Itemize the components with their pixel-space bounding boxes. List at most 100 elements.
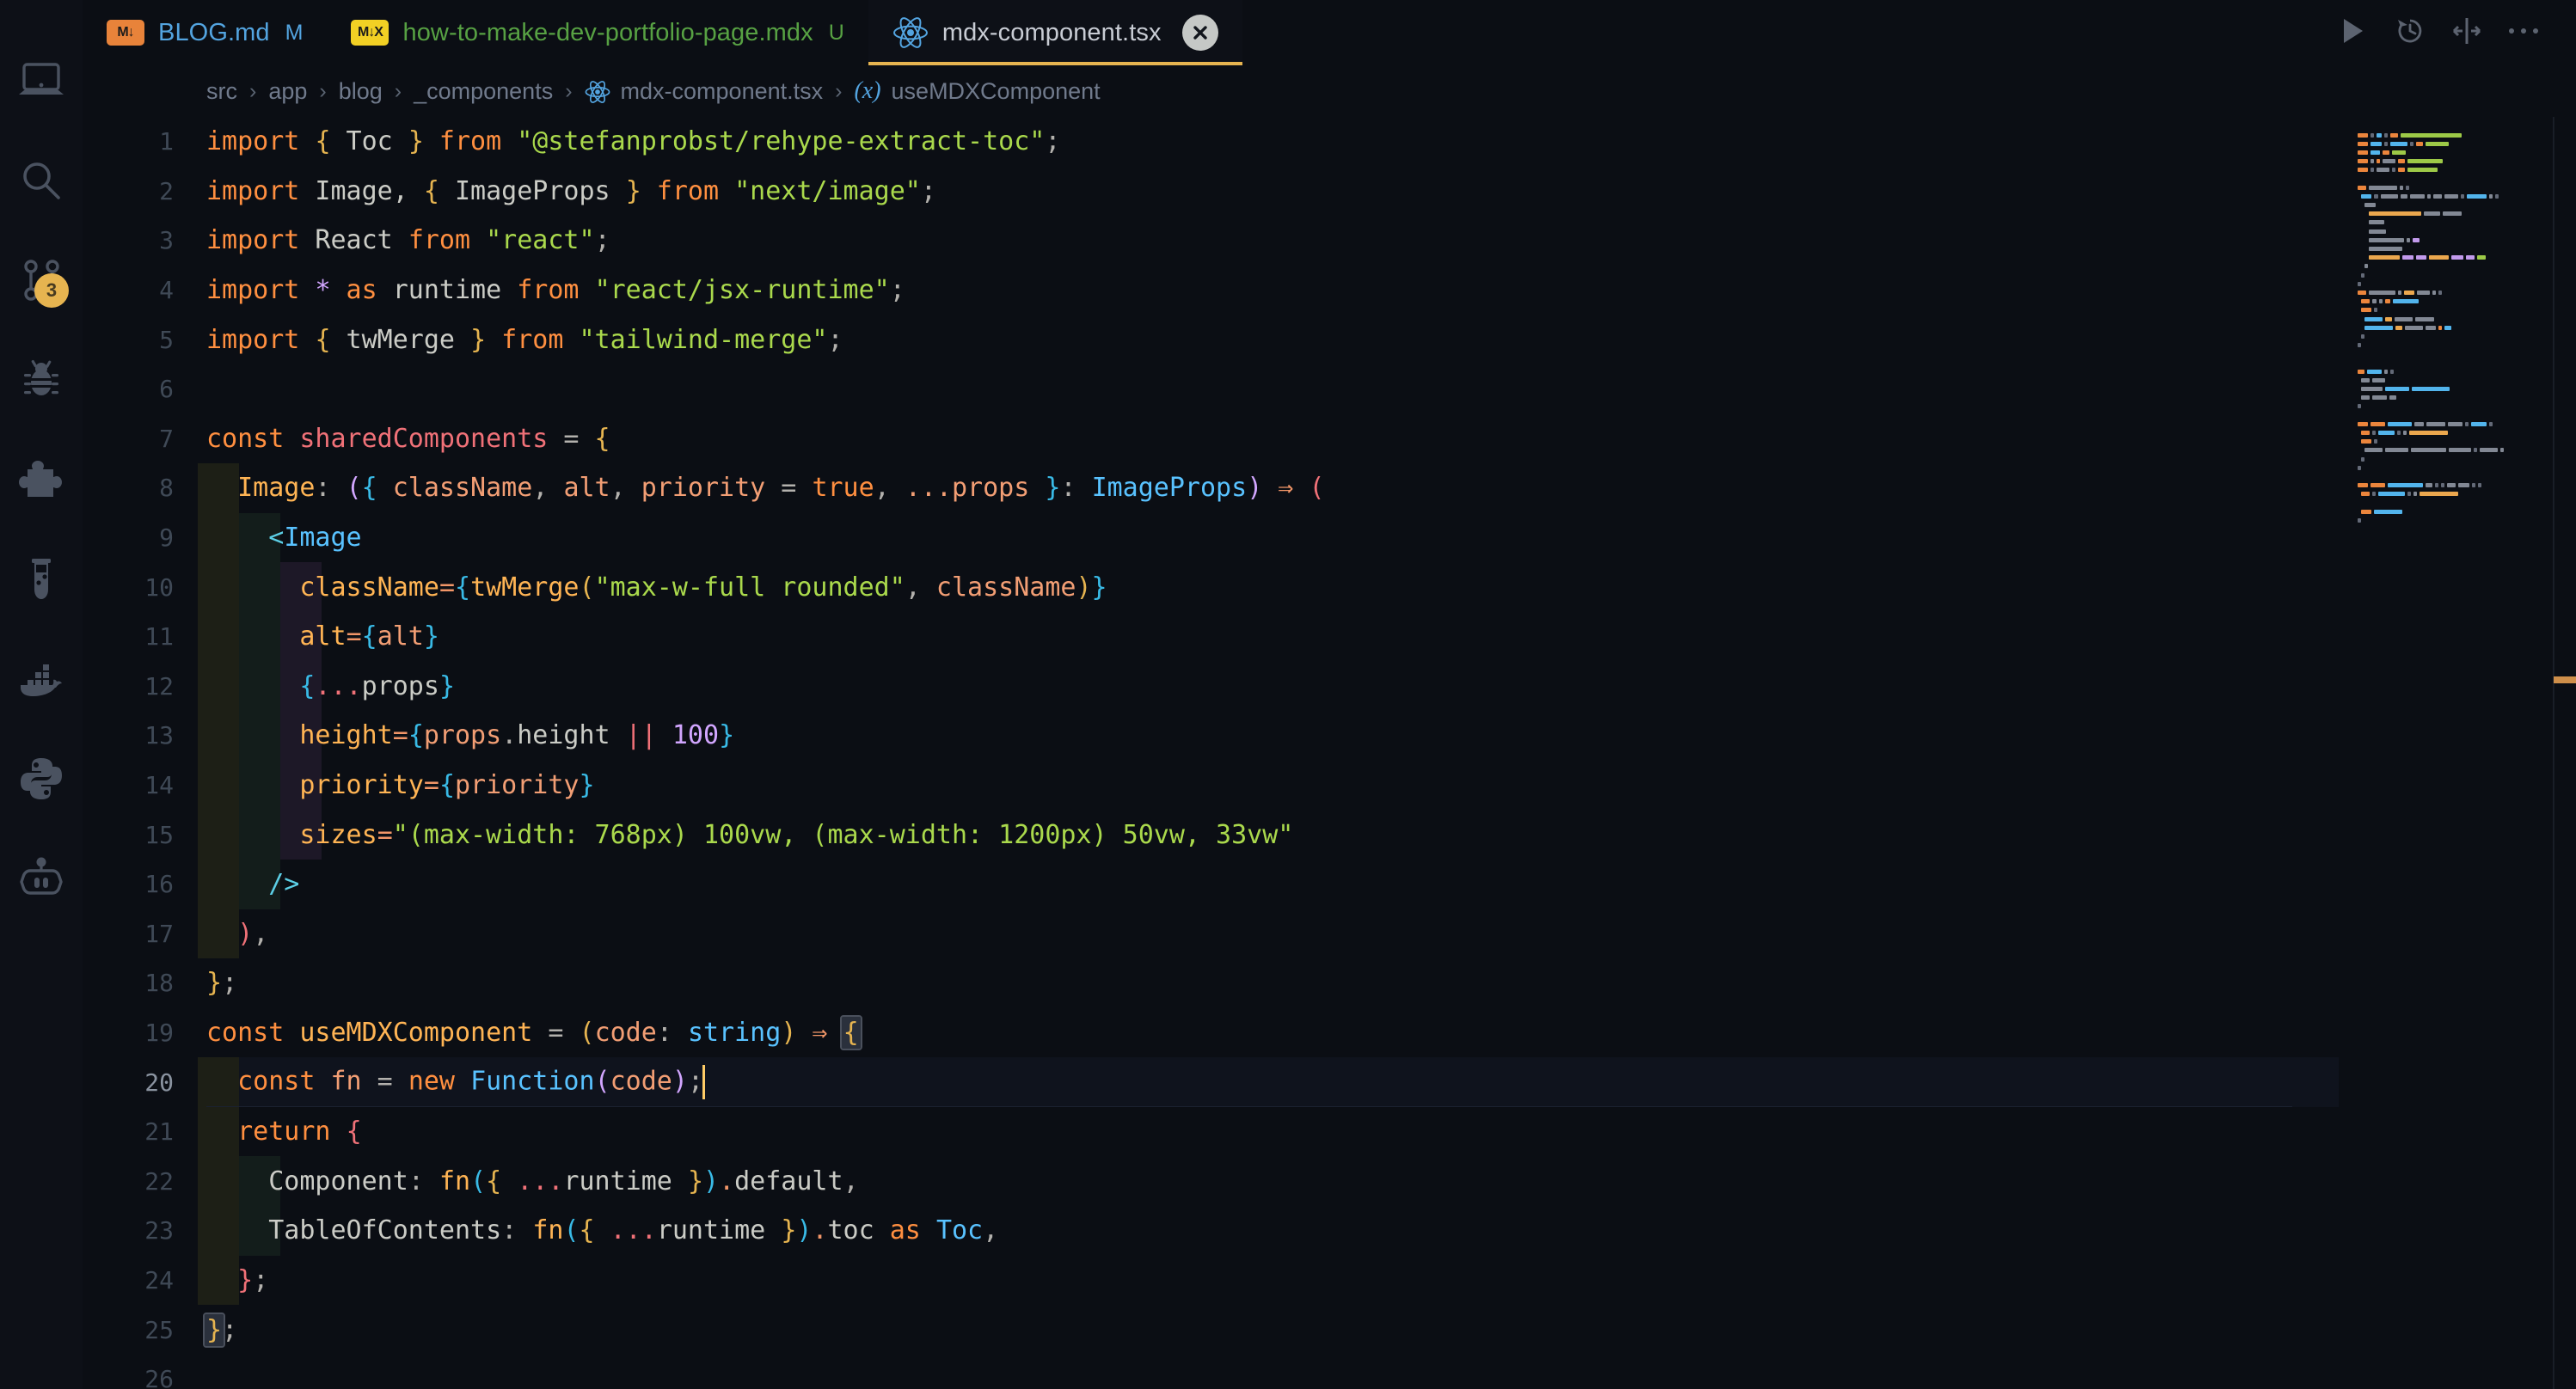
- tab-blog-md[interactable]: M↓ BLOG.md M: [83, 0, 328, 65]
- minimap-line: [2358, 262, 2554, 271]
- minimap-line: [2358, 157, 2554, 166]
- code-line[interactable]: 15 sizes="(max-width: 768px) 100vw, (max…: [83, 810, 2339, 860]
- tab-label: mdx-component.tsx: [941, 18, 1162, 46]
- code-line[interactable]: 5 import { twMerge } from "tailwind-merge…: [83, 315, 2339, 364]
- split-editor-button[interactable]: [2438, 4, 2495, 61]
- close-icon[interactable]: [1181, 15, 1218, 51]
- sidebar-item-extensions[interactable]: [0, 430, 83, 529]
- minimap-line: [2358, 166, 2554, 174]
- breadcrumb-item-useMDXComponent[interactable]: (x) useMDXComponent: [854, 77, 1100, 105]
- tab-list: M↓ BLOG.md M M↓X how-to-make-dev-portfol…: [83, 0, 2325, 65]
- timeline-button[interactable]: [2382, 4, 2438, 61]
- minimap-line: [2358, 279, 2554, 288]
- sidebar-item-testing[interactable]: [0, 529, 83, 629]
- line-number: 1: [159, 127, 174, 156]
- code-line[interactable]: 2 import Image, { ImageProps } from "next…: [83, 167, 2339, 217]
- tab-mdx-component-tsx[interactable]: mdx-component.tsx: [868, 0, 1242, 65]
- play-icon: [2340, 17, 2366, 49]
- breadcrumb-item-app[interactable]: app: [268, 78, 307, 105]
- sidebar-item-source-control[interactable]: 3: [0, 230, 83, 330]
- code-line[interactable]: 19 const useMDXComponent = (code: string)…: [83, 1008, 2339, 1058]
- minimap-line: [2358, 306, 2554, 315]
- python-icon: [19, 756, 64, 801]
- code-line[interactable]: 3 import React from "react";: [83, 216, 2339, 266]
- line-number: 7: [159, 424, 174, 453]
- tab-how-to-make-dev-portfolio-page-mdx[interactable]: M↓X how-to-make-dev-portfolio-page.mdx U: [327, 0, 868, 65]
- code-line[interactable]: 24 };: [83, 1255, 2339, 1306]
- sidebar-item-copilot[interactable]: [0, 829, 83, 928]
- search-icon: [20, 159, 63, 202]
- code-line[interactable]: 25};: [83, 1305, 2339, 1355]
- editor-group: M↓ BLOG.md M M↓X how-to-make-dev-portfol…: [83, 0, 2576, 1389]
- mdx-icon: M↓X: [351, 20, 389, 46]
- line-number: 17: [144, 919, 174, 948]
- sidebar-item-docker[interactable]: [0, 629, 83, 729]
- line-number: 11: [144, 622, 174, 652]
- code-lines[interactable]: 1 import { Toc } from "@stefanprobst/rehy…: [83, 117, 2339, 1389]
- robot-icon: [18, 855, 64, 902]
- mdx-icon-label: M↓X: [351, 20, 389, 46]
- code-line[interactable]: 10 className={twMerge("max-w-full rounde…: [83, 562, 2339, 612]
- sidebar-item-explorer[interactable]: [0, 31, 83, 131]
- minimap-line: [2358, 201, 2554, 210]
- code-line[interactable]: 11 alt={alt}: [83, 611, 2339, 662]
- line-number: 3: [159, 226, 174, 255]
- breadcrumb-item-_components[interactable]: _components: [414, 78, 553, 105]
- sidebar-item-run-and-debug[interactable]: [0, 330, 83, 430]
- code-editor[interactable]: 1 import { Toc } from "@stefanprobst/rehy…: [83, 117, 2576, 1389]
- line-number: 24: [144, 1265, 174, 1294]
- react-icon: [585, 77, 610, 105]
- tab-bar: M↓ BLOG.md M M↓X how-to-make-dev-portfol…: [83, 0, 2576, 65]
- line-number: 18: [144, 969, 174, 998]
- laptop-icon: [17, 61, 65, 101]
- line-number: 9: [159, 523, 174, 553]
- puzzle-icon: [19, 458, 64, 501]
- minimap-line: [2358, 174, 2554, 183]
- breadcrumb-separator: ›: [835, 78, 843, 103]
- minimap-line: [2358, 183, 2554, 192]
- code-line[interactable]: 14 priority={priority}: [83, 760, 2339, 811]
- minimap-line: [2358, 481, 2554, 490]
- source-control-badge: 3: [34, 273, 69, 308]
- code-line[interactable]: 22 Component: fn({ ...runtime }).default…: [83, 1156, 2339, 1207]
- code-line[interactable]: 12 {...props}: [83, 661, 2339, 712]
- more-actions-button[interactable]: [2495, 4, 2552, 61]
- run-button[interactable]: [2325, 4, 2382, 61]
- code-line[interactable]: 8 Image: ({ className, alt, priority = t…: [83, 463, 2339, 513]
- code-line[interactable]: 6: [83, 364, 2339, 414]
- breadcrumb-item-blog[interactable]: blog: [339, 78, 383, 105]
- code-line[interactable]: 13 height={props.height || 100}: [83, 711, 2339, 761]
- code-line[interactable]: 23 TableOfContents: fn({ ...runtime }).t…: [83, 1206, 2339, 1256]
- code-line[interactable]: 4 import * as runtime from "react/jsx-run…: [83, 266, 2339, 315]
- minimap-line: [2358, 288, 2554, 297]
- text-cursor: [702, 1065, 705, 1100]
- code-line[interactable]: 1 import { Toc } from "@stefanprobst/rehy…: [83, 117, 2339, 167]
- minimap-line: [2358, 315, 2554, 323]
- breadcrumb-item-mdx-component-tsx[interactable]: mdx-component.tsx: [585, 77, 823, 105]
- code-line[interactable]: 9 <Image: [83, 512, 2339, 563]
- code-line[interactable]: 18};: [83, 958, 2339, 1008]
- line-number: 13: [144, 721, 174, 750]
- line-number: 10: [144, 572, 174, 602]
- code-line[interactable]: 26: [83, 1355, 2339, 1389]
- breadcrumb: src › app › blog › _components › mdx-com…: [83, 65, 2576, 117]
- minimap-line: [2358, 210, 2554, 218]
- code-line[interactable]: 17 ),: [83, 909, 2339, 959]
- minimap[interactable]: [2339, 117, 2554, 1389]
- overview-ruler[interactable]: [2554, 117, 2576, 1389]
- sidebar-item-search[interactable]: [0, 131, 83, 230]
- minimap-line: [2358, 192, 2554, 200]
- code-line-active[interactable]: 20 const fn = new Function(code);: [83, 1057, 2339, 1107]
- sidebar-item-python[interactable]: [0, 729, 83, 829]
- breadcrumb-item-src[interactable]: src: [206, 78, 237, 105]
- line-number: 22: [144, 1166, 174, 1196]
- ruler-change-mark: [2554, 676, 2576, 684]
- ruler-divider: [2554, 117, 2555, 1389]
- tab-git-status: M: [285, 20, 304, 45]
- code-line[interactable]: 16 />: [83, 859, 2339, 909]
- code-line[interactable]: 7 const sharedComponents = {: [83, 414, 2339, 464]
- line-number: 2: [159, 176, 174, 205]
- minimap-line: [2358, 463, 2554, 472]
- code-line[interactable]: 21 return {: [83, 1106, 2339, 1157]
- line-number: 8: [159, 474, 174, 503]
